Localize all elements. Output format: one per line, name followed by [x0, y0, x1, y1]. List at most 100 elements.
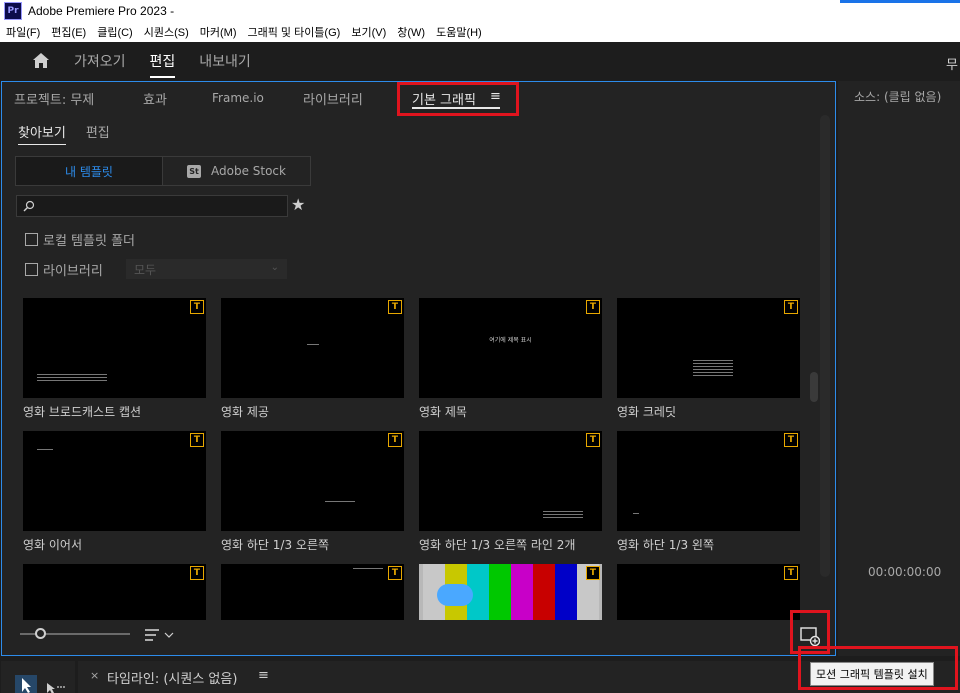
search-box [16, 195, 288, 217]
library-label: 라이브러리 [43, 264, 103, 279]
color-bar [555, 564, 577, 620]
template-thumbnail: T [23, 431, 206, 531]
template-tile[interactable]: T [617, 564, 800, 620]
title-bar: Pr Adobe Premiere Pro 2023 - [0, 0, 960, 22]
template-grid: T 영화 브로드캐스트 캡션 T 영화 제공 여기에 제목 표시 T 영화 제목 T 영화 크레… [23, 298, 803, 620]
adobe-stock-button[interactable]: St Adobe Stock [163, 156, 311, 186]
template-label: 영화 크레딧 [617, 405, 677, 419]
menu-window[interactable]: 창(W) [397, 24, 425, 40]
adobe-stock-label: Adobe Stock [211, 164, 286, 178]
template-tile[interactable]: T 영화 제공 [221, 298, 404, 420]
search-icon [23, 200, 35, 212]
template-tile[interactable]: T [23, 564, 206, 620]
workspace-tab-export[interactable]: 내보내기 [199, 51, 251, 71]
star-icon[interactable]: ★ [291, 195, 305, 214]
template-label: 영화 하단 1/3 왼쪽 [617, 538, 714, 552]
menu-clip[interactable]: 클립(C) [97, 24, 133, 40]
template-thumbnail: T [419, 431, 602, 531]
template-thumbnail: T [221, 298, 404, 398]
source-monitor-panel: 소스: (클립 없음) 00:00:00:00 [838, 81, 960, 656]
library-select[interactable]: 모두 ⌄ [126, 259, 287, 279]
tab-project[interactable]: 프로젝트: 무제 [14, 89, 94, 108]
local-folder-row[interactable]: 로컬 템플릿 폴더 [25, 230, 135, 249]
tab-frameio[interactable]: Frame.io [212, 91, 264, 105]
workspace-bar: 가져오기 편집 내보내기 무 [0, 42, 960, 80]
workspace-tab-edit[interactable]: 편집 [149, 51, 175, 78]
template-tile[interactable]: T [221, 564, 404, 620]
library-checkbox[interactable] [25, 263, 38, 276]
thumbnail-size-knob[interactable] [35, 628, 46, 639]
bars-overlay-shape [437, 584, 473, 606]
template-type-icon: T [784, 300, 798, 314]
timeline-menu-icon[interactable]: ≡ [258, 668, 269, 683]
menu-graphics[interactable]: 그래픽 및 타이틀(G) [247, 24, 340, 40]
adobe-stock-icon: St [187, 164, 201, 178]
thumbnail-preview-mark [37, 374, 107, 382]
template-tile[interactable]: T 영화 브로드캐스트 캡션 [23, 298, 206, 420]
source-monitor-title[interactable]: 소스: (클립 없음) [854, 88, 941, 105]
library-select-value: 모두 [134, 262, 157, 277]
color-bar [511, 564, 533, 620]
tab-highlight-box [397, 82, 519, 116]
subtab-edit[interactable]: 편집 [86, 122, 110, 141]
tab-libraries[interactable]: 라이브러리 [303, 89, 363, 108]
template-thumbnail: T [617, 564, 800, 620]
tools-panel [1, 661, 75, 693]
menu-sequence[interactable]: 시퀀스(S) [144, 24, 189, 40]
window-title: Adobe Premiere Pro 2023 - [28, 4, 175, 18]
template-thumbnail: T [617, 431, 800, 531]
template-thumbnail: T [221, 431, 404, 531]
menu-help[interactable]: 도움말(H) [436, 24, 482, 40]
local-folder-label: 로컬 템플릿 폴더 [43, 234, 135, 249]
template-type-icon: T [388, 300, 402, 314]
my-templates-label: 내 템플릿 [65, 164, 113, 179]
premiere-logo-icon: Pr [4, 2, 22, 20]
template-tile[interactable]: T 영화 크레딧 [617, 298, 800, 420]
workspace-tab-import[interactable]: 가져오기 [74, 51, 126, 71]
template-thumbnail: T [23, 298, 206, 398]
template-label: 영화 제공 [221, 405, 269, 419]
my-templates-button[interactable]: 내 템플릿 [15, 156, 163, 186]
template-type-icon: T [586, 566, 600, 580]
install-tooltip: 모션 그래픽 템플릿 설치 [810, 662, 934, 686]
menu-file[interactable]: 파일(F) [6, 24, 40, 40]
title-accent-bar [840, 0, 960, 3]
scrollbar-track[interactable] [820, 115, 830, 577]
template-tile[interactable]: T 영화 이어서 [23, 431, 206, 553]
tab-effects[interactable]: 효과 [143, 89, 167, 108]
subtab-browse[interactable]: 찾아보기 [18, 122, 66, 145]
thumbnail-preview-mark [543, 511, 583, 519]
local-folder-checkbox[interactable] [25, 233, 38, 246]
template-thumbnail: T [23, 564, 206, 620]
template-tile[interactable]: T [419, 564, 602, 620]
template-thumbnail: 여기에 제목 표시 T [419, 298, 602, 398]
install-template-icon[interactable] [800, 626, 820, 646]
workspace-right-label: 무 [946, 58, 958, 73]
template-tile[interactable]: T 영화 하단 1/3 왼쪽 [617, 431, 800, 553]
template-type-icon: T [190, 300, 204, 314]
chevron-down-icon: ⌄ [270, 262, 279, 273]
menu-view[interactable]: 보기(V) [351, 24, 386, 40]
thumbnail-preview-mark [307, 344, 319, 346]
template-label: 영화 브로드캐스트 캡션 [23, 405, 142, 419]
timeline-close-icon[interactable]: × [90, 669, 99, 682]
template-tile[interactable]: 여기에 제목 표시 T 영화 제목 [419, 298, 602, 420]
template-source-toggle: 내 템플릿 St Adobe Stock [15, 156, 311, 186]
menu-edit[interactable]: 편집(E) [51, 24, 86, 40]
menu-bar: 파일(F) 편집(E) 클립(C) 시퀀스(S) 마커(M) 그래픽 및 타이틀… [0, 22, 960, 42]
template-type-icon: T [784, 566, 798, 580]
thumbnail-overlay-text: 여기에 제목 표시 [489, 337, 532, 344]
template-tile[interactable]: T 영화 하단 1/3 오른쪽 라인 2개 [419, 431, 602, 553]
home-icon[interactable] [32, 52, 50, 70]
library-row[interactable]: 라이브러리 [25, 260, 103, 279]
template-type-icon: T [586, 300, 600, 314]
menu-marker[interactable]: 마커(M) [200, 24, 237, 40]
thumbnail-preview-mark [693, 360, 733, 376]
track-select-tool-icon[interactable] [45, 681, 65, 693]
sort-icon[interactable] [145, 628, 175, 642]
search-input[interactable] [37, 197, 285, 215]
scrollbar-thumb[interactable] [810, 372, 818, 402]
selection-tool-icon[interactable] [15, 675, 37, 693]
timeline-title[interactable]: 타임라인: (시퀀스 없음) [107, 668, 237, 687]
template-tile[interactable]: T 영화 하단 1/3 오른쪽 [221, 431, 404, 553]
